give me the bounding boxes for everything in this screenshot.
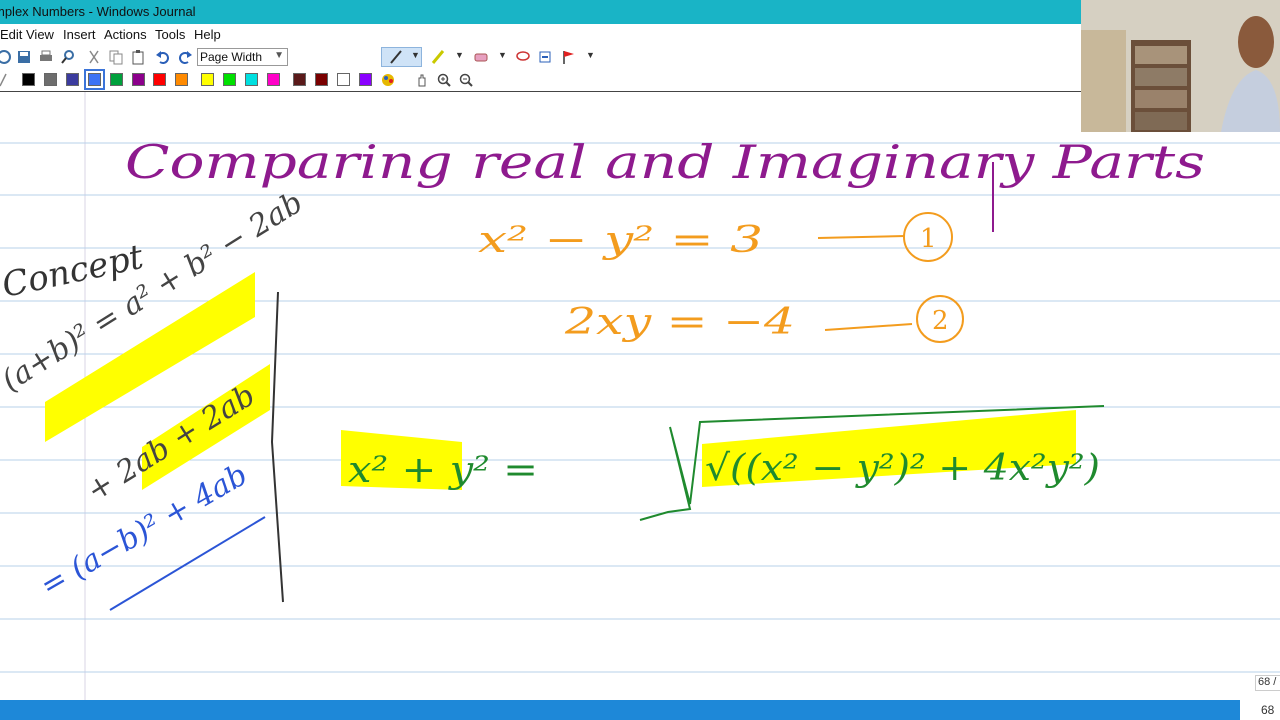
color-swatch-purple[interactable] xyxy=(132,73,145,86)
color-swatch-dark-brown[interactable] xyxy=(293,73,306,86)
print-icon[interactable] xyxy=(38,49,54,65)
color-swatch-dark-blue[interactable] xyxy=(66,73,79,86)
equation-2-tag: 2 xyxy=(932,306,949,336)
window-title: mplex Numbers - Windows Journal xyxy=(0,4,196,19)
handwritten-ink: Comparing real and Imaginary Parts x² − … xyxy=(0,135,1205,611)
color-swatch-maroon[interactable] xyxy=(315,73,328,86)
menu-help[interactable]: Help xyxy=(194,27,221,42)
color-swatch-red[interactable] xyxy=(153,73,166,86)
redo-icon[interactable] xyxy=(177,49,193,65)
eraser-icon[interactable] xyxy=(473,49,489,65)
save-icon[interactable] xyxy=(16,49,32,65)
equation-2-arrow xyxy=(824,323,913,331)
color-wheel-icon[interactable] xyxy=(380,72,396,88)
lhs-expression: x² + y² = xyxy=(348,450,538,491)
status-bar xyxy=(0,700,1240,720)
color-swatch-blue[interactable] xyxy=(84,69,105,90)
equation-1-tag: 1 xyxy=(920,224,937,254)
highlighter-dropdown-icon[interactable]: ▼ xyxy=(455,50,464,60)
cut-icon[interactable] xyxy=(86,49,102,65)
pen-tip-icon[interactable] xyxy=(0,72,12,88)
find-icon[interactable] xyxy=(60,49,76,65)
flag-dropdown-icon[interactable]: ▼ xyxy=(586,50,595,60)
zoom-select[interactable]: Page Width ▼ xyxy=(197,48,288,66)
menu-insert[interactable]: Insert xyxy=(63,27,96,42)
color-swatch-lime[interactable] xyxy=(223,73,236,86)
highlighter-icon[interactable] xyxy=(430,49,446,65)
menu-actions[interactable]: Actions xyxy=(104,27,147,42)
heading-text: Comparing real and Imaginary Parts xyxy=(125,135,1205,189)
color-swatch-black[interactable] xyxy=(22,73,35,86)
color-swatch-white[interactable] xyxy=(337,73,350,86)
pan-hand-icon[interactable] xyxy=(414,72,430,88)
zoom-value: Page Width xyxy=(200,50,263,64)
flag-icon[interactable] xyxy=(561,49,577,65)
color-swatch-violet[interactable] xyxy=(359,73,372,86)
zoom-in-icon[interactable] xyxy=(436,72,452,88)
pen-dropdown-icon[interactable]: ▼ xyxy=(411,50,420,60)
equation-2: 2xy = −4 xyxy=(564,302,795,343)
insert-space-icon[interactable] xyxy=(537,49,553,65)
color-swatch-magenta[interactable] xyxy=(267,73,280,86)
color-swatch-cyan[interactable] xyxy=(245,73,258,86)
lasso-select-icon[interactable] xyxy=(515,49,531,65)
pen-icon[interactable] xyxy=(388,49,404,65)
webcam-overlay xyxy=(1081,0,1280,132)
color-swatch-gray[interactable] xyxy=(44,73,57,86)
chevron-down-icon: ▼ xyxy=(274,50,284,61)
page-counter-tooltip: 68 / 6 xyxy=(1255,675,1280,691)
divider-stroke xyxy=(270,291,284,603)
menu-tools[interactable]: Tools xyxy=(155,27,185,42)
rhs-expression: √((x² − y²)² + 4x²y²) xyxy=(705,448,1100,489)
page-counter[interactable]: 68 xyxy=(1240,700,1280,720)
color-swatch-green[interactable] xyxy=(110,73,123,86)
menu-edit[interactable]: Edit xyxy=(0,27,22,42)
open-icon[interactable] xyxy=(0,49,12,65)
journal-page[interactable]: Comparing real and Imaginary Parts x² − … xyxy=(0,92,1280,700)
paste-icon[interactable] xyxy=(130,49,146,65)
eraser-dropdown-icon[interactable]: ▼ xyxy=(498,50,507,60)
color-swatch-yellow[interactable] xyxy=(201,73,214,86)
color-swatch-orange[interactable] xyxy=(175,73,188,86)
undo-icon[interactable] xyxy=(155,49,171,65)
equation-1: x² − y² = 3 xyxy=(478,220,763,261)
zoom-out-icon[interactable] xyxy=(458,72,474,88)
equation-1-arrow xyxy=(817,235,906,239)
copy-icon[interactable] xyxy=(108,49,124,65)
menu-view[interactable]: View xyxy=(26,27,54,42)
